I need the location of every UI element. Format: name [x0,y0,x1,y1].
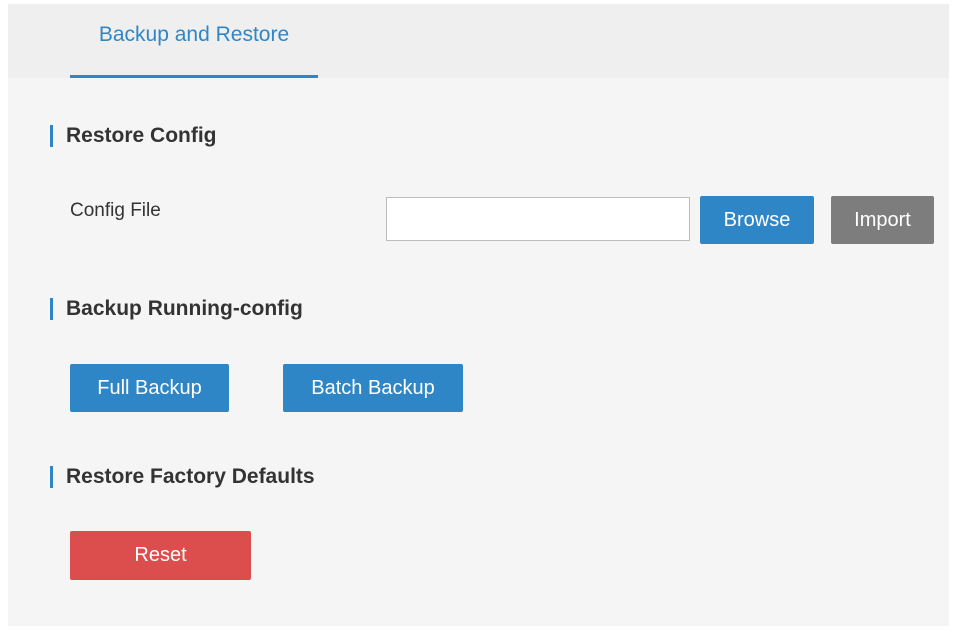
config-file-input[interactable] [386,197,690,241]
tab-label: Backup and Restore [98,23,290,46]
tab-backup-and-restore[interactable]: Backup and Restore [70,4,318,78]
section-title-restore-config: Restore Config [50,124,217,148]
section-title-restore-factory-defaults: Restore Factory Defaults [50,465,315,489]
section-title-text: Restore Factory Defaults [66,465,315,488]
config-file-label: Config File [70,200,161,221]
section-title-text: Restore Config [66,124,217,147]
section-title-text: Backup Running-config [66,297,303,320]
section-accent-bar [50,125,53,147]
import-button[interactable]: Import [831,196,934,244]
section-title-backup-running-config: Backup Running-config [50,297,303,321]
section-accent-bar [50,298,53,320]
reset-button[interactable]: Reset [70,531,251,580]
backup-restore-panel: Backup and Restore Restore Config Config… [8,4,949,626]
batch-backup-button[interactable]: Batch Backup [283,364,463,412]
active-tab-indicator [70,75,318,78]
tab-bar: Backup and Restore [8,4,949,78]
full-backup-button[interactable]: Full Backup [70,364,229,412]
section-accent-bar [50,466,53,488]
browse-button[interactable]: Browse [700,196,814,244]
